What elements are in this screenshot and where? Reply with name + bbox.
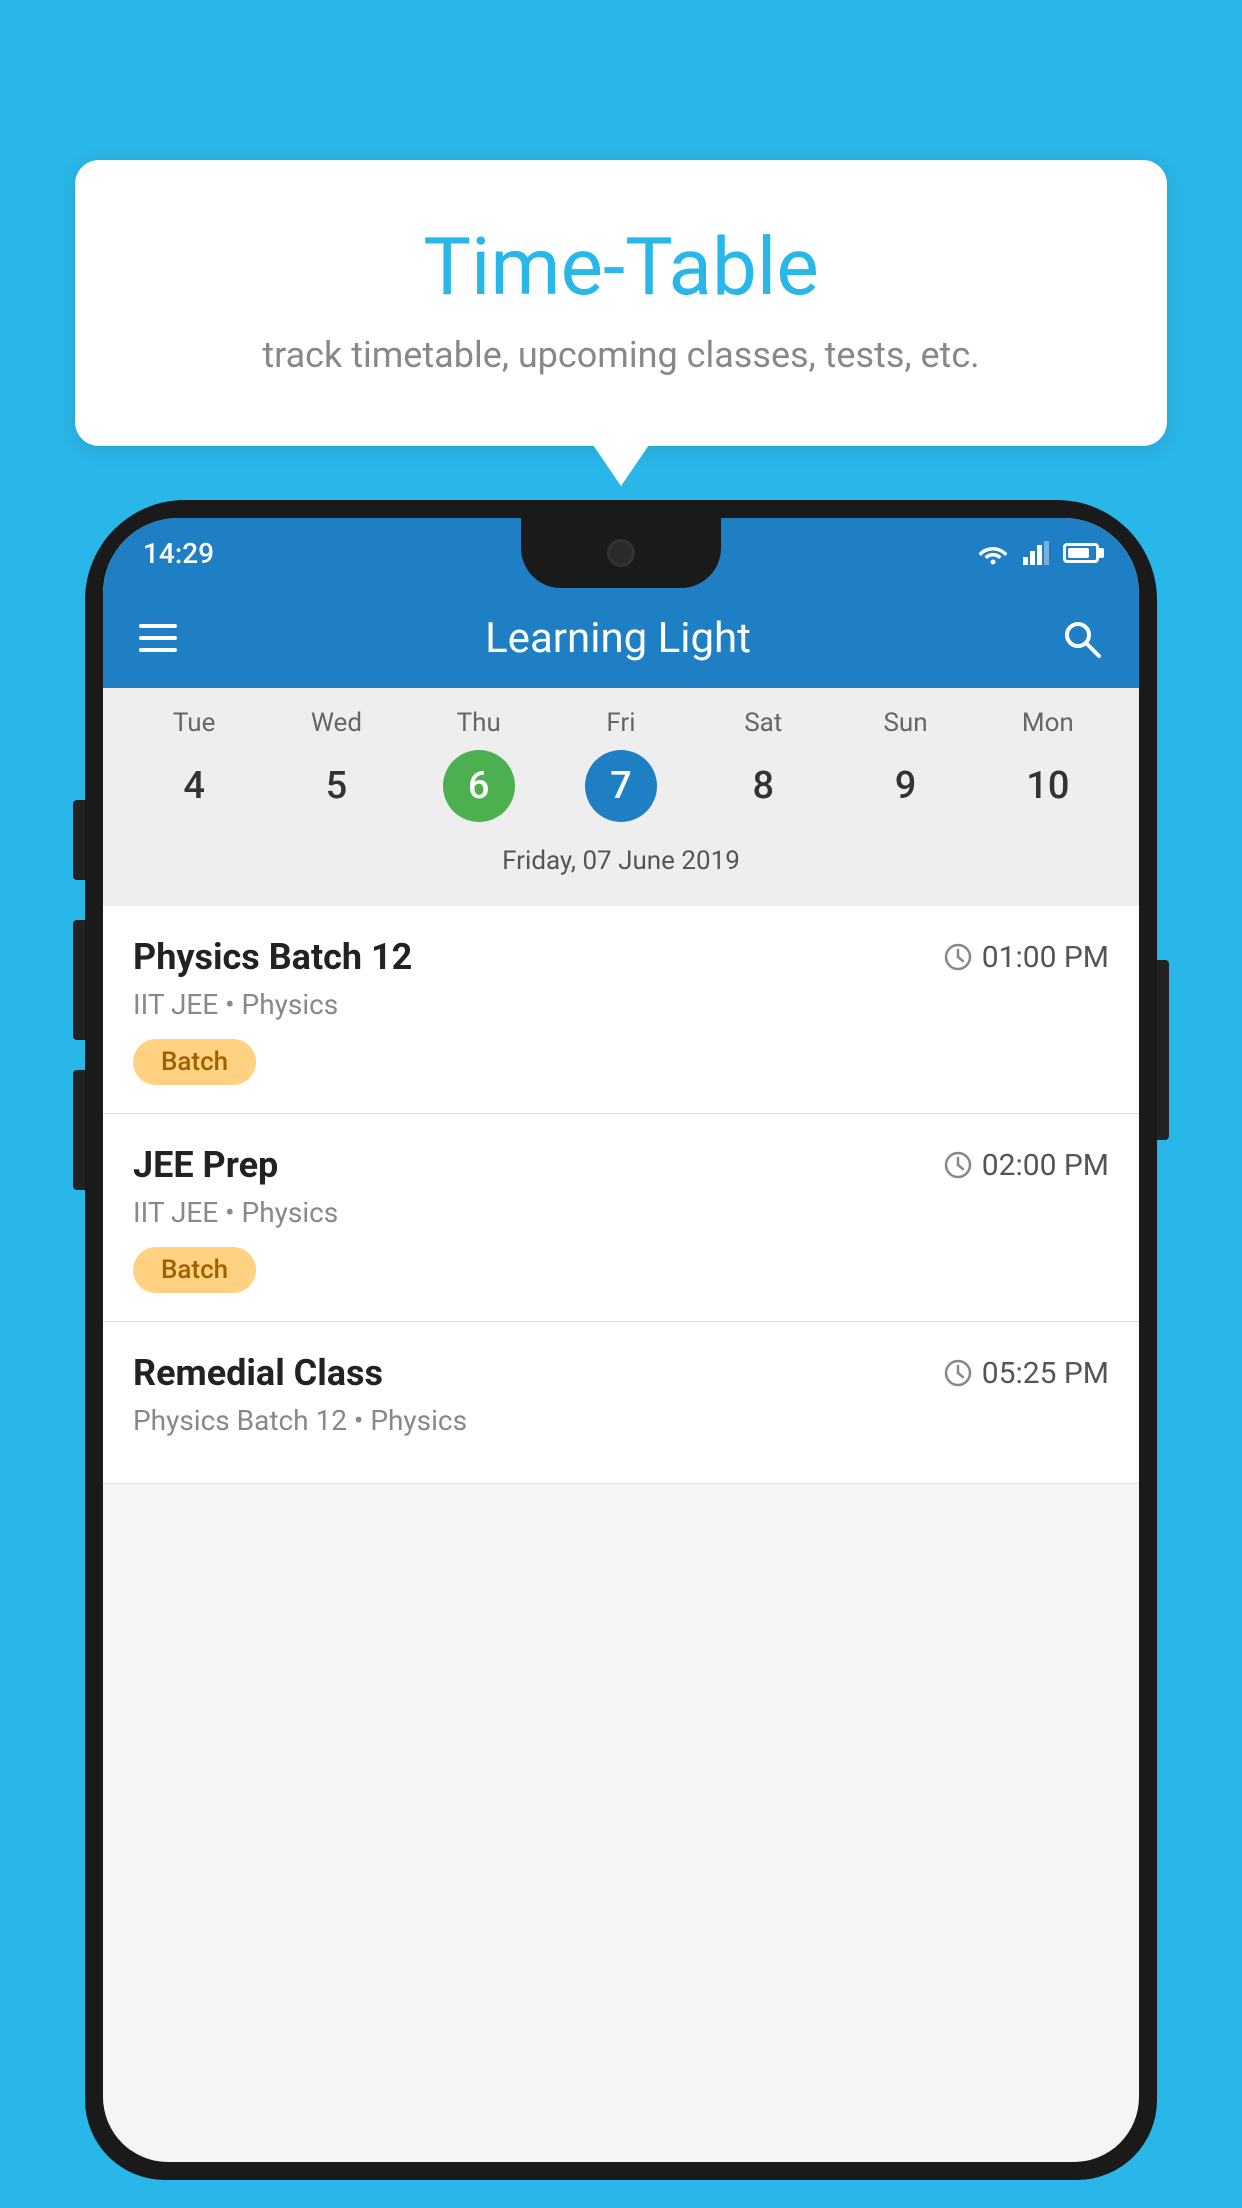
clock-icon [944, 1151, 972, 1179]
schedule-header: Physics Batch 12 01:00 PM [133, 936, 1109, 978]
day-label: Mon [1022, 708, 1074, 738]
schedule-header: JEE Prep 02:00 PM [133, 1144, 1109, 1186]
day-number: 10 [1012, 750, 1084, 822]
calendar-day-6[interactable]: Thu 6 [414, 708, 544, 822]
calendar-day-9[interactable]: Sun 9 [841, 708, 971, 822]
phone-outer: 14:29 [85, 500, 1157, 2180]
schedule-time: 02:00 PM [944, 1148, 1109, 1183]
schedule-time: 01:00 PM [944, 940, 1109, 975]
schedule-item-1[interactable]: JEE Prep 02:00 PM IIT JEE • Physics Batch [103, 1114, 1139, 1322]
schedule-meta: IIT JEE • Physics [133, 988, 1109, 1021]
clock-icon [944, 943, 972, 971]
phone-mockup: 14:29 [85, 500, 1157, 2208]
selected-date-label: Friday, 07 June 2019 [103, 832, 1139, 896]
hamburger-menu-icon[interactable] [139, 624, 177, 652]
calendar-day-4[interactable]: Tue 4 [129, 708, 259, 822]
app-bar: Learning Light [103, 588, 1139, 688]
day-number: 8 [727, 750, 799, 822]
schedule-item-0[interactable]: Physics Batch 12 01:00 PM IIT JEE • Physi… [103, 906, 1139, 1114]
day-label: Sat [744, 708, 782, 738]
schedule-name: Physics Batch 12 [133, 936, 412, 978]
calendar-day-5[interactable]: Wed 5 [271, 708, 401, 822]
batch-badge: Batch [133, 1247, 256, 1293]
schedule-time: 05:25 PM [944, 1356, 1109, 1391]
day-label: Sun [883, 708, 927, 738]
phone-button-left-2 [73, 920, 85, 1040]
search-button[interactable] [1059, 616, 1103, 660]
day-number: 7 [585, 750, 657, 822]
hamburger-line-1 [139, 624, 177, 628]
signal-icon [1023, 541, 1049, 565]
status-icons [977, 541, 1099, 565]
phone-camera [607, 539, 635, 567]
calendar-strip: Tue 4 Wed 5 Thu 6 Fri 7 Sat 8 Sun 9 Mon 10 Friday, 07… [103, 688, 1139, 906]
schedule-header: Remedial Class 05:25 PM [133, 1352, 1109, 1394]
batch-badge: Batch [133, 1039, 256, 1085]
tooltip-subtitle: track timetable, upcoming classes, tests… [125, 334, 1117, 376]
day-label: Wed [311, 708, 362, 738]
schedule-meta: IIT JEE • Physics [133, 1196, 1109, 1229]
tooltip-title: Time-Table [125, 220, 1117, 314]
calendar-day-10[interactable]: Mon 10 [983, 708, 1113, 822]
schedule-name: JEE Prep [133, 1144, 278, 1186]
day-number: 4 [158, 750, 230, 822]
day-number: 9 [870, 750, 942, 822]
phone-screen: 14:29 [103, 518, 1139, 2162]
day-number: 6 [443, 750, 515, 822]
day-number: 5 [300, 750, 372, 822]
battery-icon [1063, 543, 1099, 563]
clock-icon [944, 1359, 972, 1387]
app-bar-title: Learning Light [485, 614, 751, 663]
hamburger-line-2 [139, 636, 177, 640]
phone-button-left-3 [73, 1070, 85, 1190]
schedule-name: Remedial Class [133, 1352, 383, 1394]
schedule-item-2[interactable]: Remedial Class 05:25 PM Physics Batch 12 … [103, 1322, 1139, 1484]
day-label: Thu [457, 708, 501, 738]
wifi-icon [977, 541, 1009, 565]
schedule-list: Physics Batch 12 01:00 PM IIT JEE • Physi… [103, 906, 1139, 1484]
day-label: Fri [606, 708, 635, 738]
phone-button-left-1 [73, 800, 85, 880]
calendar-day-8[interactable]: Sat 8 [698, 708, 828, 822]
schedule-meta: Physics Batch 12 • Physics [133, 1404, 1109, 1437]
calendar-day-7[interactable]: Fri 7 [556, 708, 686, 822]
hamburger-line-3 [139, 648, 177, 652]
phone-notch [521, 518, 721, 588]
day-row: Tue 4 Wed 5 Thu 6 Fri 7 Sat 8 Sun 9 Mon 10 [103, 708, 1139, 822]
status-time: 14:29 [143, 537, 214, 570]
tooltip-card: Time-Table track timetable, upcoming cla… [75, 160, 1167, 446]
phone-button-right [1157, 960, 1169, 1140]
day-label: Tue [173, 708, 215, 738]
